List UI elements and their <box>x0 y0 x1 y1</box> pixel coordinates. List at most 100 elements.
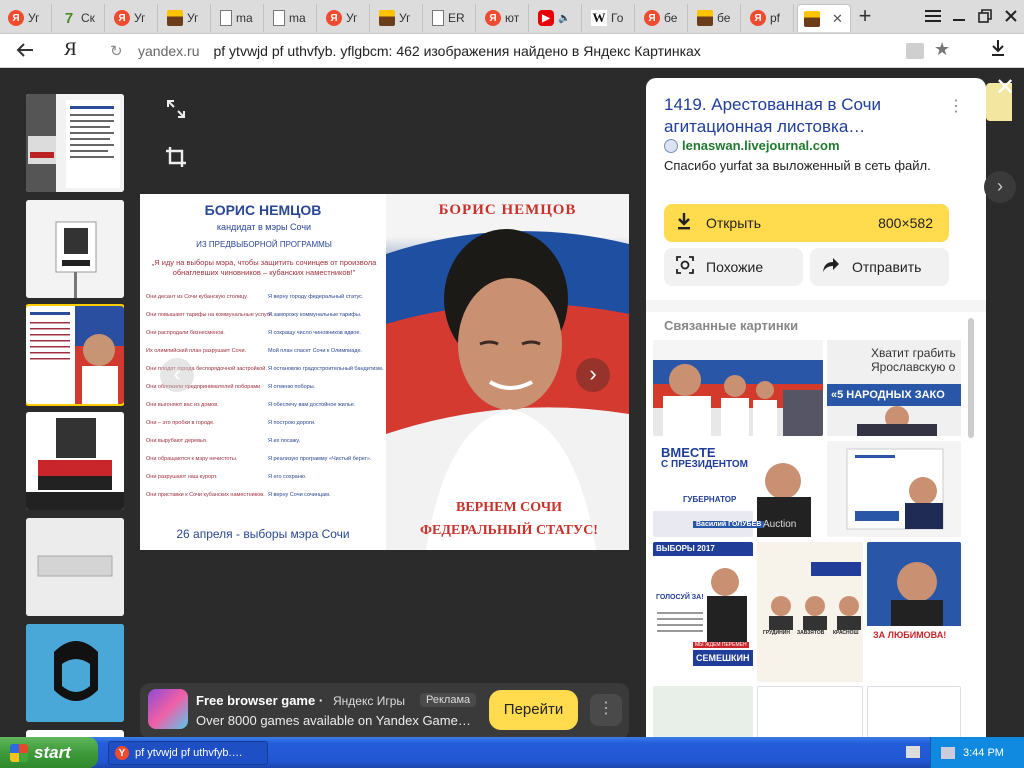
crop-icon[interactable] <box>156 137 196 177</box>
leaflet-right-name: БОРИС НЕМЦОВ <box>438 202 577 218</box>
promise-right: Я его сохраню. <box>268 474 307 480</box>
main-image[interactable]: БОРИС НЕМЦОВ кандидат в мэры Сочи ИЗ ПРЕ… <box>140 194 629 550</box>
background-page-next-icon[interactable]: › <box>984 171 1016 203</box>
related-3-name-2: Василий ГОЛУБЕВ <box>693 521 765 528</box>
ad-label: Реклама <box>420 693 477 707</box>
tab-label: pf <box>770 11 781 25</box>
tab[interactable]: Ябе <box>638 4 688 32</box>
yandex-icon: Я <box>8 10 24 26</box>
download-icon[interactable] <box>990 39 1006 62</box>
fullscreen-expand-icon[interactable] <box>156 89 196 129</box>
related-image-2[interactable]: Хватит грабить Ярославскую о «5 НАРОДНЫХ… <box>827 340 961 436</box>
thumbnail-3-selected[interactable] <box>26 304 124 406</box>
minimize-icon[interactable] <box>946 0 972 32</box>
promise-left: Они десант из Сочи кубанскую столицу. <box>146 294 248 300</box>
tab-bar: Я Уг 7 Ск Я Уг Уг ma ma Я Уг Уг ER Яют ▶ 🔈 W Го Ябе бе Яpf ✕ … <box>0 0 1024 34</box>
promise-right: Я реализую программу «Чистый берег». <box>268 456 372 462</box>
ad-title: Free browser game · <box>196 693 323 708</box>
close-tab-icon[interactable]: ✕ <box>832 11 843 27</box>
close-viewer-button[interactable]: ✕ <box>992 76 1018 102</box>
related-image-3[interactable]: ВМЕСТЕ С ПРЕЗИДЕНТОМ ГУБЕРНАТОР Василий … <box>653 441 823 537</box>
source-link[interactable]: lenaswan.livejournal.com <box>664 138 840 153</box>
yandex-logo[interactable]: Я <box>64 39 77 61</box>
related-image-1[interactable] <box>653 340 823 436</box>
next-image-button[interactable]: › <box>576 358 610 392</box>
tab-label: ma <box>289 11 306 25</box>
new-tab-button[interactable]: + <box>852 4 878 30</box>
thumbnail-4[interactable] <box>26 412 124 510</box>
share-button[interactable]: Отправить <box>810 248 949 286</box>
tab-label: ют <box>505 11 520 25</box>
user-icon <box>664 138 678 153</box>
tab-label: бе <box>664 11 678 25</box>
ad-go-button[interactable]: Перейти <box>489 690 578 730</box>
promise-left: Они выгоняют вас из домов. <box>146 402 219 408</box>
tab-strip: Я Уг 7 Ск Я Уг Уг ma ma Я Уг Уг ER Яют ▶ 🔈 W Го Ябе бе Яpf ✕ <box>0 0 851 34</box>
related-6-name-1: ГРУДИНИН <box>763 630 790 636</box>
start-button[interactable]: start <box>0 737 98 768</box>
open-button[interactable]: Открыть 800×582 <box>664 204 949 242</box>
related-image-10[interactable] <box>867 686 961 738</box>
tab[interactable]: ma <box>214 4 264 32</box>
similar-button[interactable]: Похожие <box>664 248 803 286</box>
taskbar-window-button[interactable]: Y pf ytvwjd pf uthvfyb.… <box>108 741 268 765</box>
address-field[interactable]: ↻ yandex.ru pf ytvwjd pf uthvfyb. yflgbc… <box>102 37 962 65</box>
tab[interactable]: ▶ 🔈 <box>532 4 582 32</box>
related-image-8[interactable] <box>653 686 753 738</box>
related-image-7[interactable]: ЗА ЛЮБИМОВА! <box>867 542 961 682</box>
tab-label: Уг <box>134 11 146 25</box>
tab-label: бе <box>717 11 731 25</box>
speaker-icon[interactable]: 🔈 <box>558 13 570 24</box>
tab[interactable]: Я Уг <box>108 4 158 32</box>
related-image-5[interactable]: ВЫБОРЫ 2017 ГОЛОСУЙ ЗА! МЫ ЖДЕМ ПЕРЕМЕН … <box>653 542 753 682</box>
start-label: start <box>34 742 71 762</box>
ad-source: Яндекс Игры <box>333 694 405 708</box>
thumbnail-6[interactable] <box>26 624 124 722</box>
related-6-name-2: ЗАВЗЯТОВ <box>797 630 825 636</box>
thumbnail-5[interactable] <box>26 518 124 616</box>
promise-left: Они обращаются к мэру нечистоты. <box>146 456 238 462</box>
tab[interactable]: Уг <box>373 4 423 32</box>
tab[interactable]: Я Уг <box>320 4 370 32</box>
document-icon <box>273 10 285 26</box>
related-image-9[interactable] <box>757 686 863 738</box>
previous-image-button[interactable]: ‹ <box>160 358 194 392</box>
image-title-link[interactable]: 1419. Арестованная в Сочи агитационная л… <box>664 94 934 138</box>
close-window-icon[interactable] <box>998 0 1024 32</box>
panel-scrollbar[interactable] <box>968 318 974 438</box>
reload-icon[interactable]: ↻ <box>110 42 132 60</box>
ad-banner[interactable]: Free browser game · Яндекс Игры Реклама … <box>140 683 629 739</box>
back-button[interactable] <box>14 39 38 63</box>
restore-icon[interactable] <box>972 0 998 32</box>
tab[interactable]: Я Уг <box>2 4 52 32</box>
bookmark-star-icon[interactable]: ★ <box>934 39 950 60</box>
tab[interactable]: Уг <box>161 4 211 32</box>
ad-more-button[interactable]: ⋮ <box>590 694 622 726</box>
tabs-overview-icon[interactable] <box>906 43 924 59</box>
more-options-icon[interactable]: ⋮ <box>948 96 964 116</box>
tab[interactable]: ER <box>426 4 476 32</box>
tab[interactable]: Яют <box>479 4 529 32</box>
tab[interactable]: бе <box>691 4 741 32</box>
tab[interactable]: 7 Ск <box>55 4 105 32</box>
tab[interactable]: W Го <box>585 4 635 32</box>
tab-label: Уг <box>399 11 411 25</box>
tab[interactable]: Яpf <box>744 4 794 32</box>
menu-icon[interactable] <box>920 0 946 32</box>
yandex-icon: Я <box>114 10 130 26</box>
network-icon[interactable] <box>941 746 955 759</box>
related-2-banner: «5 НАРОДНЫХ ЗАКО <box>827 384 961 406</box>
thumbnail-2[interactable] <box>26 200 124 298</box>
images-icon <box>697 10 713 26</box>
tab[interactable]: ma <box>267 4 317 32</box>
related-2-text-2: Ярославскую о <box>871 360 956 374</box>
system-tray: 3:44 PM <box>930 737 1024 768</box>
related-image-6[interactable]: ГРУДИНИН ЗАВЗЯТОВ КРАСНОШ <box>757 542 863 682</box>
related-image-4[interactable] <box>827 441 961 537</box>
download-icon <box>676 212 696 235</box>
address-page-title: pf ytvwjd pf uthvfyb. yflgbcm: 462 изобр… <box>213 43 701 59</box>
thumbnail-1[interactable] <box>26 94 124 192</box>
keyboard-icon[interactable] <box>906 746 920 758</box>
tab-active[interactable]: ✕ <box>797 4 851 32</box>
images-icon <box>167 10 183 26</box>
